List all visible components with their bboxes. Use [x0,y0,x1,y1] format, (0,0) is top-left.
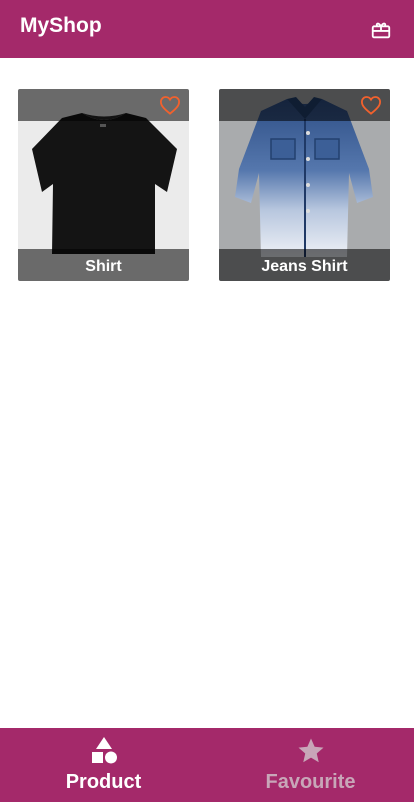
product-grid: Shirt Jeans Shirt [18,89,390,281]
product-label: Shirt [85,258,122,275]
star-icon [296,736,326,766]
favourite-button[interactable] [360,95,382,115]
gift-card-button[interactable] [369,18,393,42]
bottom-navigation: Product Favourite [0,728,414,802]
heart-outline-icon [159,96,181,115]
heart-outline-icon [360,96,382,115]
nav-label-product: Product [65,771,142,793]
favourite-button[interactable] [159,95,181,115]
card-footer: Shirt [18,249,189,281]
card-footer: Jeans Shirt [219,249,390,281]
nav-item-product[interactable]: Product [0,728,207,802]
product-card-shirt[interactable]: Shirt [18,89,189,281]
gift-card-icon [371,22,391,39]
app-bar: MyShop [0,0,414,58]
product-card-jeans-shirt[interactable]: Jeans Shirt [219,89,390,281]
app-root: MyShop Shirt Jeans Shirt Product Favouri… [0,0,414,802]
nav-label-favourite: Favourite [265,771,356,793]
product-label: Jeans Shirt [261,258,348,275]
app-title: MyShop [20,14,102,37]
nav-item-favourite[interactable]: Favourite [207,728,414,802]
shapes-icon [89,736,119,766]
